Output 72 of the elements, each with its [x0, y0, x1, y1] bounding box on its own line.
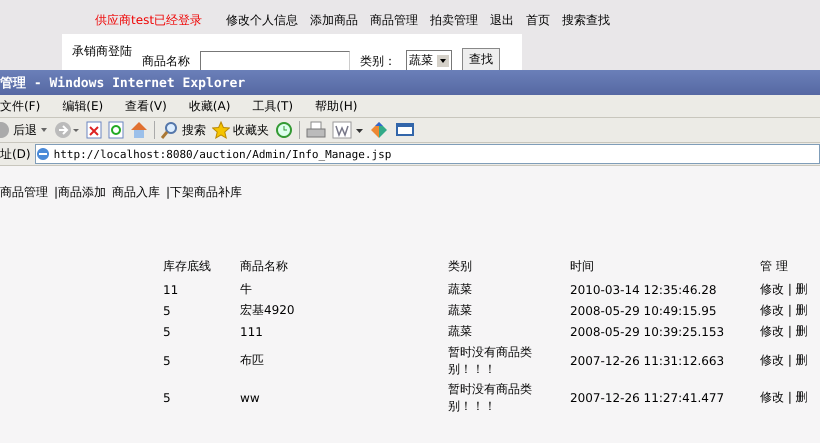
menu-item[interactable]: 工具(T) [252, 98, 294, 114]
page-link[interactable]: 商品管理 [0, 184, 48, 201]
nav-link[interactable]: 添加商品 [310, 12, 358, 34]
column-header: 库存底线 [163, 258, 211, 272]
menu-item[interactable]: 帮助(H) [315, 98, 358, 114]
nav-link[interactable]: 退出 [490, 12, 514, 34]
name-field[interactable] [200, 51, 350, 70]
stop-icon[interactable] [86, 121, 102, 139]
time-cell: 2008-05-29 10:39:25.153 [570, 324, 724, 338]
nav-link[interactable]: 拍卖管理 [430, 12, 478, 34]
nav-link[interactable]: 修改个人信息 [226, 12, 298, 34]
menu-item[interactable]: 文件(F) [0, 98, 40, 114]
history-icon[interactable] [275, 121, 293, 139]
page-link[interactable]: |下架商品补库 [166, 184, 242, 201]
name-cell: 布匹 [240, 353, 264, 367]
window-title: 管理 - Windows Internet Explorer [0, 70, 820, 95]
caret-icon[interactable] [40, 126, 48, 134]
colorful-diamond-icon[interactable] [370, 121, 388, 139]
action-links[interactable]: 修改 | 删 [760, 303, 808, 317]
panel-title: 承销商登陆 [72, 43, 132, 60]
window-icon[interactable] [394, 121, 416, 139]
page-link[interactable]: 商品入库 [112, 184, 160, 201]
nav-link[interactable]: 首页 [526, 12, 550, 34]
printer-icon[interactable] [306, 121, 326, 139]
name-cell: 111 [240, 324, 263, 338]
nav-link[interactable]: 商品管理 [370, 12, 418, 34]
menu-item[interactable]: 编辑(E) [62, 98, 104, 114]
toolbar-label[interactable]: 后退 [13, 122, 37, 138]
menu-item[interactable]: 收藏(A) [188, 98, 230, 114]
login-status: 供应商test已经登录 [95, 12, 202, 29]
menu-item[interactable]: 查看(V) [125, 98, 167, 114]
action-links[interactable]: 修改 | 删 [760, 324, 808, 338]
toolbar-label[interactable]: 收藏夹 [233, 122, 269, 138]
stock-cell: 5 [163, 304, 171, 318]
name-label: 商品名称 [142, 53, 190, 70]
toolbar-label[interactable]: 搜索 [182, 122, 206, 138]
column-header: 类别 [448, 258, 473, 274]
category-label: 类别： [360, 53, 396, 70]
name-cell: 牛 [240, 282, 252, 296]
stock-cell: 5 [163, 354, 171, 368]
search-icon[interactable] [161, 121, 179, 139]
column-header: 商品名称 [240, 258, 288, 272]
stock-cell: 11 [163, 282, 178, 296]
category-cell-text: 蔬菜 [448, 323, 473, 340]
document-w-icon[interactable] [332, 121, 364, 139]
category-cell-text: 蔬菜 [448, 302, 473, 319]
name-cell: ww [240, 390, 260, 404]
category-cell-text: 蔬菜 [448, 281, 473, 298]
action-links[interactable]: 修改 | 删 [760, 390, 808, 404]
name-cell: 宏基4920 [240, 303, 295, 317]
action-links[interactable]: 修改 | 删 [760, 353, 808, 367]
time-cell: 2007-12-26 11:27:41.477 [570, 390, 724, 404]
stock-cell: 5 [163, 390, 171, 404]
nav-link[interactable]: 搜索查找 [562, 12, 610, 34]
page-link[interactable]: |商品添加 [54, 184, 106, 201]
address-label: 址(D) [0, 146, 31, 162]
category-dropdown[interactable]: 蔬菜 [406, 50, 452, 70]
category-cell-text: 暂时没有商品类别！！！ [448, 380, 533, 414]
time-cell: 2007-12-26 11:31:12.663 [570, 354, 724, 368]
stock-cell: 5 [163, 324, 171, 338]
column-header: 时间 [570, 258, 594, 272]
search-button[interactable]: 查找 [462, 48, 500, 70]
action-links[interactable]: 修改 | 删 [760, 282, 808, 296]
time-cell: 2008-05-29 10:49:15.95 [570, 304, 717, 318]
address-field[interactable]: http://localhost:8080/auction/Admin/Info_Manage.jsp [34, 144, 820, 164]
column-header: 管 理 [760, 258, 788, 272]
category-cell-text: 暂时没有商品类别！！！ [448, 344, 533, 378]
refresh-icon[interactable] [108, 121, 124, 139]
star-icon[interactable] [212, 121, 230, 139]
forward-arrow-icon[interactable] [54, 121, 80, 139]
time-cell: 2010-03-14 12:35:46.28 [570, 282, 717, 296]
home-icon[interactable] [130, 121, 148, 139]
